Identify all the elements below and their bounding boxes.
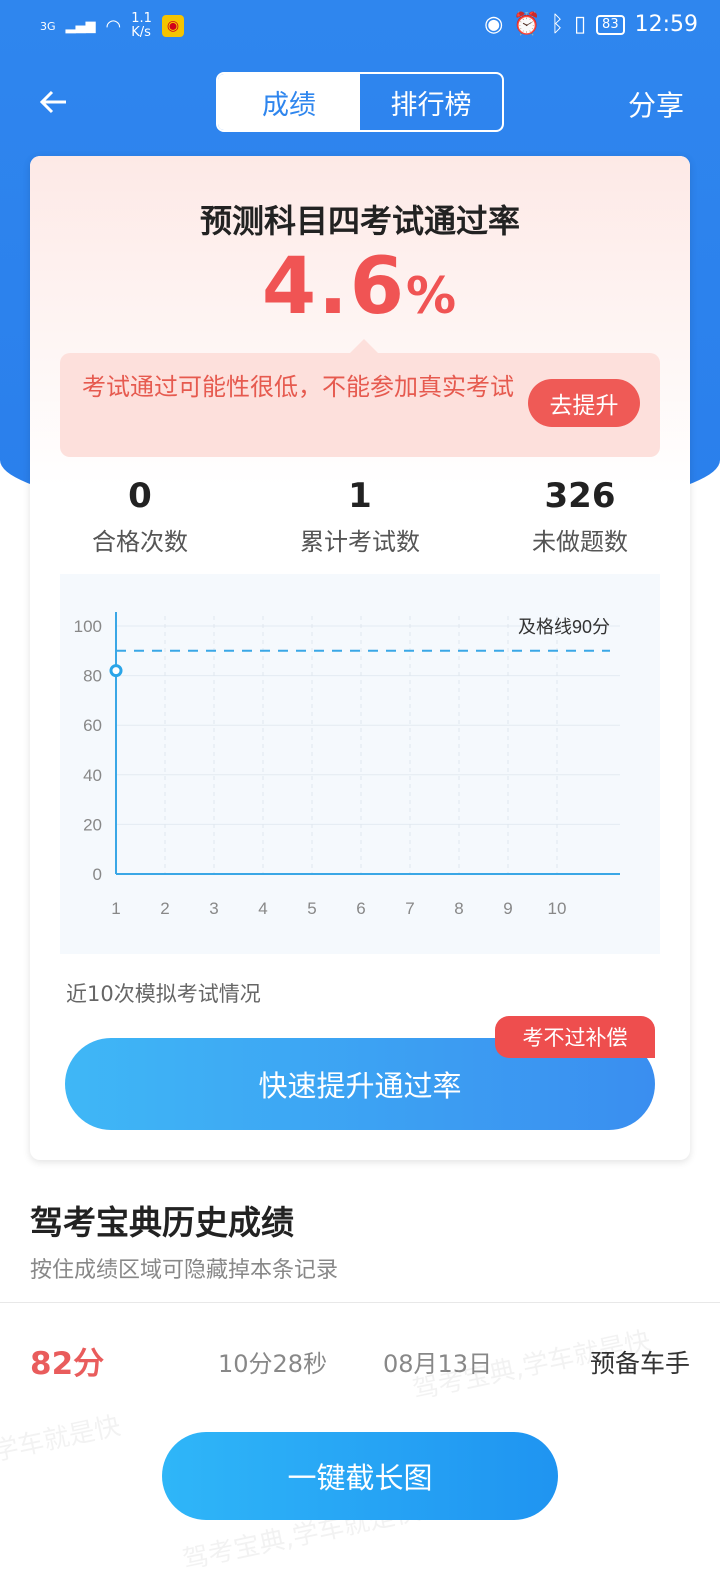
y-tick-label: 0	[93, 865, 102, 884]
clock: 12:59	[634, 12, 698, 37]
score-chart-svg: 0 20 40 60 80 100 1 2 3 4 5 6 7 8 9 10 及格线90分	[74, 612, 620, 918]
stat-total-exams: 1 累计考试数	[250, 476, 470, 556]
alarm-icon: ⏰	[513, 12, 541, 37]
pass-line-label: 及格线90分	[518, 617, 610, 637]
chart-caption: 近10次模拟考试情况	[66, 982, 261, 1006]
y-tick-label: 100	[74, 617, 102, 636]
vibrate-icon: ▯	[573, 12, 587, 37]
signal-icon: ▂▄▆	[65, 18, 96, 34]
stat-passed: 0 合格次数	[30, 476, 250, 556]
speed-value: 1.1	[131, 11, 152, 26]
stats-row: 0 合格次数 1 累计考试数 326 未做题数	[30, 476, 690, 556]
x-tick-label: 2	[160, 899, 169, 918]
history-title: 驾考宝典历史成绩	[30, 1203, 294, 1242]
score-point	[109, 664, 123, 678]
x-tick-label: 7	[405, 899, 414, 918]
warning-banner: 考试通过可能性很低，不能参加真实考试 去提升	[60, 339, 660, 457]
x-tick-label: 6	[356, 899, 365, 918]
watermark: 驾考宝典,学车就是快	[0, 1411, 124, 1491]
y-tick-label: 40	[83, 766, 102, 785]
eye-icon: ◉	[484, 12, 504, 37]
x-tick-label: 10	[548, 899, 567, 918]
pass-rate: 4.6%	[30, 242, 690, 332]
prediction-card: 预测科目四考试通过率 4.6% 考试通过可能性很低，不能参加真实考试 去提升 0…	[30, 156, 690, 1160]
tab-switcher: 成绩 排行榜	[216, 72, 504, 132]
status-bar: 3G ▂▄▆ ◠ 1.1 K/s ◉ ◉ ⏰ ᛒ ▯ 83 12:59	[0, 0, 720, 56]
x-tick-label: 5	[307, 899, 316, 918]
warning-text: 考试通过可能性很低，不能参加真实考试	[82, 373, 514, 401]
y-tick-label: 80	[83, 667, 102, 686]
weibo-icon: ◉	[161, 15, 184, 37]
divider	[0, 1302, 720, 1303]
pass-rate-value: 4.6	[261, 242, 407, 332]
stat-label: 累计考试数	[300, 528, 420, 556]
screenshot-button[interactable]: 一键截长图	[162, 1432, 558, 1520]
x-tick-label: 1	[111, 899, 120, 918]
y-tick-label: 20	[83, 815, 102, 834]
tab-leaderboard[interactable]: 排行榜	[360, 74, 502, 130]
score-chart: 0 20 40 60 80 100 1 2 3 4 5 6 7 8 9 10 及格线90分	[60, 574, 660, 954]
pass-rate-unit: %	[406, 267, 459, 325]
compensation-badge: 考不过补偿	[495, 1016, 655, 1058]
share-button[interactable]: 分享	[628, 84, 684, 124]
history-duration: 10分28秒	[218, 1350, 328, 1378]
history-subtitle: 按住成绩区域可隐藏掉本条记录	[30, 1258, 339, 1283]
wifi-icon: ◠	[105, 15, 122, 37]
tab-scores[interactable]: 成绩	[218, 74, 360, 130]
bluetooth-icon: ᛒ	[550, 12, 564, 37]
improve-button[interactable]: 去提升	[528, 379, 640, 427]
stat-label: 合格次数	[92, 528, 188, 556]
card-title: 预测科目四考试通过率	[199, 202, 520, 240]
x-tick-label: 9	[503, 899, 512, 918]
stat-undone-questions: 326 未做题数	[470, 476, 690, 556]
stat-value: 1	[348, 476, 372, 516]
battery-indicator: 83	[596, 14, 625, 35]
speed-unit: K/s	[131, 25, 151, 40]
history-score: 82分	[30, 1346, 105, 1382]
y-tick-label: 60	[83, 716, 102, 735]
stat-label: 未做题数	[532, 528, 628, 556]
x-tick-label: 4	[258, 899, 267, 918]
stat-value: 326	[544, 476, 616, 516]
stat-value: 0	[128, 476, 152, 516]
network-indicator: 3G	[40, 19, 56, 33]
top-bar: 成绩 排行榜 分享	[0, 70, 720, 134]
x-tick-label: 3	[209, 899, 218, 918]
x-tick-label: 8	[454, 899, 463, 918]
back-arrow-icon[interactable]	[36, 84, 72, 120]
